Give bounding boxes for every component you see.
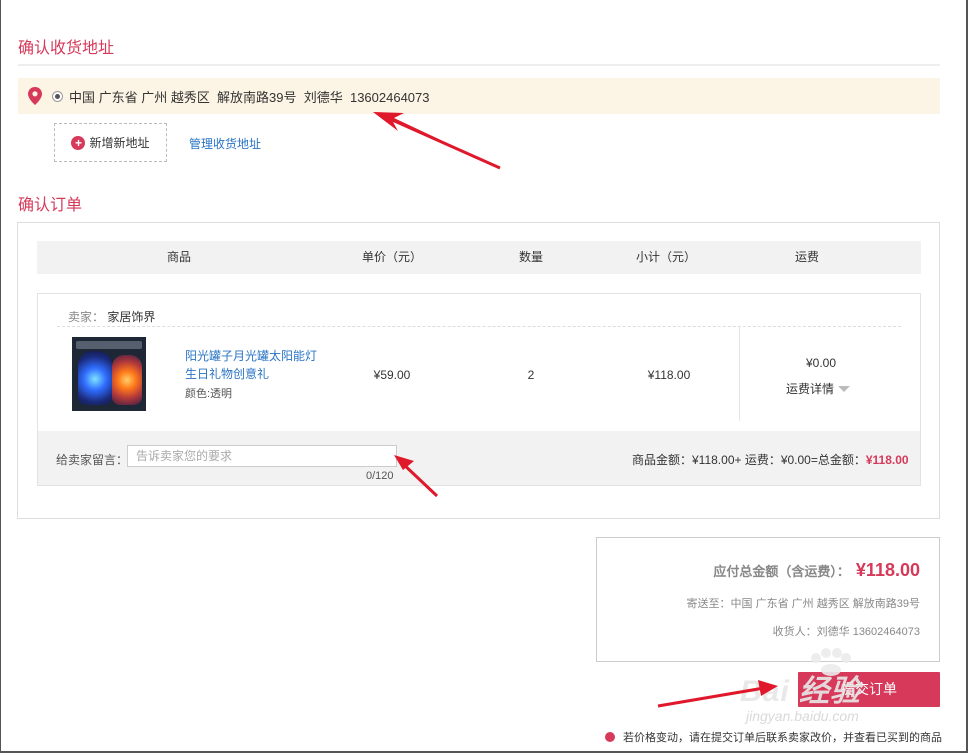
address-option-selected[interactable]: 中国 广东省 广州 越秀区 解放南路39号 刘德华 13602464073 — [18, 78, 940, 114]
seller-divider — [57, 326, 901, 327]
watermark-url: jingyan.baidu.com — [746, 708, 859, 724]
column-header-unit-price: 单价（元） — [361, 250, 422, 264]
receiver-info: 收货人：刘德华 13602464073 — [772, 626, 920, 638]
seller-name[interactable]: 家居饰界 — [107, 310, 155, 324]
order-summary-prefix: 商品金额：¥118.00+ 运费：¥0.00=总金额： — [632, 453, 866, 467]
column-header-subtotal: 小计（元） — [635, 250, 696, 264]
message-label: 给卖家留言： — [56, 453, 129, 467]
order-summary-total: ¥118.00 — [865, 453, 909, 467]
dot-icon — [605, 732, 615, 742]
address-text: 中国 广东省 广州 越秀区 解放南路39号 刘德华 13602464073 — [69, 89, 430, 105]
blue-jar-shape — [78, 351, 112, 405]
column-header-quantity: 数量 — [518, 250, 543, 264]
payment-total-line: 应付总金额（含运费）： ¥118.00 — [713, 560, 920, 581]
address-section-title: 确认收货地址 — [18, 40, 115, 57]
plus-circle-icon: + — [71, 135, 86, 150]
product-name-link[interactable]: 阳光罐子月光罐太阳能灯 生日礼物创意礼 — [185, 347, 330, 383]
seller-label: 卖家： — [68, 310, 105, 324]
product-thumbnail[interactable] — [72, 337, 146, 411]
address-radio[interactable] — [52, 90, 63, 102]
annotation-arrow-address — [373, 112, 501, 170]
add-address-label: 新增新地址 — [89, 136, 150, 150]
ship-to-address: 寄送至：中国 广东省 广州 越秀区 解放南路39号 — [686, 598, 920, 610]
seller-message-input[interactable] — [127, 445, 397, 467]
orange-jar-shape — [112, 355, 142, 405]
column-header-shipping: 运费 — [794, 250, 819, 264]
seller-info: 卖家： 家居饰界 — [68, 308, 155, 325]
unit-price: ¥59.00 — [373, 368, 411, 382]
order-section-title: 确认订单 — [18, 197, 83, 214]
baidu-jingyan-watermark: Bai 经验 — [740, 675, 862, 708]
triangle-down-icon — [838, 385, 851, 392]
map-pin-icon — [28, 87, 42, 105]
column-header-product: 商品 — [166, 250, 191, 264]
message-char-counter: 0/120 — [366, 470, 394, 482]
notice-text: 若价格变动，请在提交订单后联系卖家改价，并查看已买到的商品 — [623, 732, 942, 744]
shipping-divider — [739, 327, 740, 421]
payment-total-amount: ¥118.00 — [855, 560, 920, 580]
shipping-detail-toggle[interactable]: 运费详情 — [786, 380, 851, 397]
manage-address-link[interactable]: 管理收货地址 — [189, 135, 261, 152]
subtotal: ¥118.00 — [647, 368, 691, 382]
order-summary-line: 商品金额：¥118.00+ 运费：¥0.00=总金额：¥118.00 — [632, 451, 909, 468]
order-table-header: 商品 单价（元） 数量 小计（元） 运费 — [37, 241, 921, 274]
add-address-button[interactable]: + 新增新地址 — [54, 123, 167, 162]
jar-lid-shape — [76, 341, 142, 349]
address-divider — [18, 64, 940, 66]
shipping-fee: ¥0.00 — [805, 356, 837, 370]
frame-left-border — [0, 0, 1, 753]
payment-total-label: 应付总金额（含运费）： — [713, 564, 850, 579]
price-change-notice: 若价格变动，请在提交订单后联系卖家改价，并查看已买到的商品 — [605, 729, 942, 745]
shipping-detail-label: 运费详情 — [786, 382, 835, 396]
product-color: 颜色:透明 — [185, 388, 233, 400]
quantity: 2 — [527, 368, 535, 382]
